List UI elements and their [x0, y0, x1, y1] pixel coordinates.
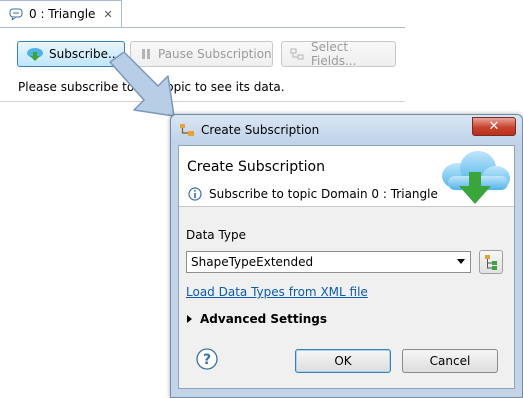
data-type-label: Data Type: [186, 228, 247, 242]
cancel-label: Cancel: [429, 354, 471, 368]
cloud-download-icon: [26, 46, 44, 62]
cancel-button[interactable]: Cancel: [402, 349, 498, 373]
select-fields-label: Select Fields...: [311, 40, 357, 68]
topic-icon: [9, 8, 23, 20]
tab-close-icon[interactable]: ✕: [103, 8, 112, 21]
help-icon[interactable]: ?: [196, 348, 218, 370]
help-glyph: ?: [203, 352, 211, 368]
ok-button[interactable]: OK: [295, 349, 391, 373]
data-type-value: ShapeTypeExtended: [191, 255, 314, 269]
advanced-settings-label: Advanced Settings: [200, 312, 328, 326]
tab-label: 0 : Triangle: [29, 7, 96, 21]
chevron-right-icon: [187, 315, 192, 323]
dialog-title: Create Subscription: [201, 123, 320, 137]
create-subscription-dialog: Create Subscription ✕ Create Subscriptio…: [170, 114, 523, 398]
close-button[interactable]: ✕: [472, 117, 516, 136]
select-fields-button[interactable]: Select Fields...: [281, 40, 396, 68]
tab-triangle[interactable]: 0 : Triangle ✕: [0, 0, 122, 27]
dialog-header: Create Subscription Subscribe to topic D…: [179, 146, 514, 207]
chevron-down-icon: [457, 259, 465, 264]
dialog-titlebar[interactable]: Create Subscription ✕: [171, 115, 522, 145]
type-tree-icon: [485, 255, 497, 270]
type-browser-button[interactable]: [479, 250, 503, 274]
dialog-body: Create Subscription Subscribe to topic D…: [178, 145, 515, 389]
select-fields-icon: [290, 47, 306, 61]
info-icon: [188, 187, 202, 201]
load-xml-link[interactable]: Load Data Types from XML file: [186, 285, 368, 299]
callout-arrow-icon: [109, 52, 175, 117]
data-type-select[interactable]: ShapeTypeExtended: [186, 251, 471, 273]
topic-view: 0 : Triangle ✕ Subscribe... Pause Subscr…: [0, 0, 405, 102]
header-title: Create Subscription: [187, 159, 325, 175]
cloud-download-icon: [442, 151, 510, 204]
ok-label: OK: [334, 354, 352, 368]
tab-divider: [0, 27, 405, 28]
header-message: Subscribe to topic Domain 0 : Triangle: [209, 187, 438, 201]
subscription-icon: [180, 124, 194, 136]
advanced-settings-toggle[interactable]: Advanced Settings: [187, 312, 327, 326]
close-icon: ✕: [488, 119, 500, 134]
